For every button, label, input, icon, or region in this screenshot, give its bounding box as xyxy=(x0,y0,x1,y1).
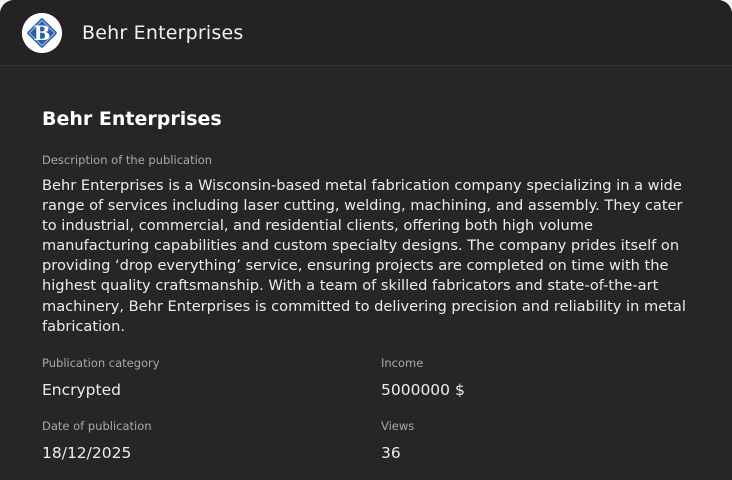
header-title: Behr Enterprises xyxy=(82,22,244,44)
income-label: Income xyxy=(381,356,424,370)
views-field: Views 36 xyxy=(381,418,681,464)
category-label: Publication category xyxy=(42,356,160,370)
views-label: Views xyxy=(381,419,415,433)
publication-title: Behr Enterprises xyxy=(42,108,222,130)
company-logo-icon: B xyxy=(22,13,62,53)
publication-window: B Behr Enterprises Behr Enterprises Desc… xyxy=(0,0,732,480)
logo-letter: B xyxy=(34,21,51,45)
date-label: Date of publication xyxy=(42,419,152,433)
income-field: Income 5000000 $ xyxy=(381,355,681,401)
views-value: 36 xyxy=(381,444,401,462)
income-value: 5000000 $ xyxy=(381,381,465,399)
description-label: Description of the publication xyxy=(42,153,213,167)
description-text: Behr Enterprises is a Wisconsin-based me… xyxy=(42,177,686,335)
date-value: 18/12/2025 xyxy=(42,444,132,462)
header-bar: B Behr Enterprises xyxy=(0,0,732,66)
category-value: Encrypted xyxy=(42,381,121,399)
date-field: Date of publication 18/12/2025 xyxy=(42,418,342,464)
category-field: Publication category Encrypted xyxy=(42,355,342,401)
